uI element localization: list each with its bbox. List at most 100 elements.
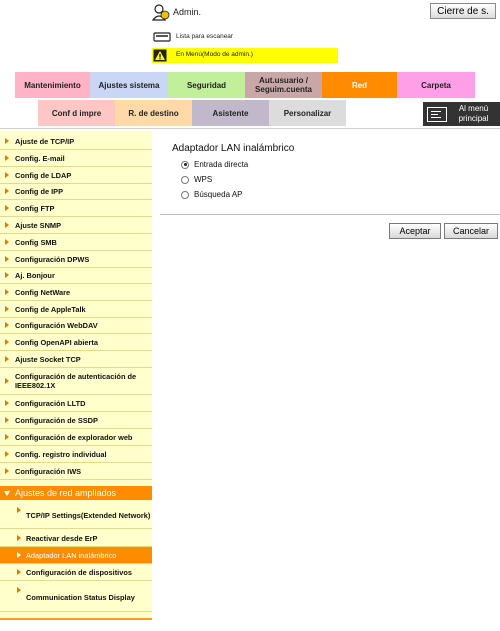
sidebar-item-label: Config. registro individual bbox=[15, 449, 107, 459]
sidebar-item[interactable]: Configuración LLTD bbox=[0, 395, 152, 411]
sidebar-item-label: Configuración WebDAV bbox=[15, 320, 98, 330]
divider bbox=[0, 128, 500, 129]
sidebar-item[interactable]: Config de LDAP bbox=[0, 167, 152, 183]
sidebar-item-label: Ajuste de TCP/IP bbox=[15, 136, 75, 146]
tab-ajustes-sistema[interactable]: Ajustes sistema bbox=[90, 72, 168, 98]
arrow-right-icon bbox=[5, 188, 9, 194]
arrow-right-icon bbox=[5, 378, 9, 384]
sidebar-item[interactable]: Configuración DPWS bbox=[0, 251, 152, 267]
sidebar-subitem[interactable]: Adaptador LAN inalámbrico bbox=[0, 547, 152, 563]
sidebar-item-label: Config de AppleTalk bbox=[15, 304, 86, 314]
sidebar-subitem[interactable]: Configuración de dispositivos bbox=[0, 564, 152, 580]
divider bbox=[0, 528, 152, 529]
arrow-right-icon bbox=[5, 205, 9, 211]
warning-icon bbox=[153, 49, 167, 62]
tab-red[interactable]: Red bbox=[322, 72, 397, 98]
main-menu-button[interactable]: Al menú principal bbox=[423, 102, 500, 126]
tab-aut-usuario[interactable]: Aut.usuario / Seguim.cuenta bbox=[245, 72, 322, 98]
sidebar-item[interactable]: Config NetWare bbox=[0, 284, 152, 300]
logout-button[interactable]: Cierre de s. bbox=[430, 3, 496, 19]
tab-asistente[interactable]: Asistente bbox=[192, 100, 269, 126]
expand-arrow-icon bbox=[4, 490, 10, 496]
user-icon bbox=[152, 4, 170, 21]
arrow-right-icon bbox=[5, 339, 9, 345]
arrow-right-icon bbox=[17, 552, 21, 558]
sidebar-subitem-label: Configuración de dispositivos bbox=[26, 567, 132, 577]
sidebar-subitem[interactable]: Communication Status Display bbox=[0, 583, 152, 611]
arrow-right-icon bbox=[5, 155, 9, 161]
radio-button[interactable] bbox=[181, 175, 189, 184]
sidebar-item[interactable]: Configuración de explorador web bbox=[0, 429, 152, 445]
sidebar-item[interactable]: Config OpenAPI abierta bbox=[0, 334, 152, 350]
page-title: Adaptador LAN inalámbrico bbox=[172, 143, 295, 154]
sidebar-item[interactable]: Config. registro individual bbox=[0, 446, 152, 462]
user-label: Admin. bbox=[173, 7, 202, 17]
arrow-right-icon bbox=[17, 587, 21, 593]
tab-mantenimiento[interactable]: Mantenimiento bbox=[15, 72, 90, 98]
sidebar-item[interactable]: Configuración de SSDP bbox=[0, 412, 152, 428]
sidebar-item-label: Config FTP bbox=[15, 203, 55, 213]
arrow-right-icon bbox=[17, 535, 21, 541]
radio-button[interactable] bbox=[181, 160, 189, 169]
sidebar-item[interactable]: Ajuste SNMP bbox=[0, 217, 152, 233]
tab-personalizar[interactable]: Personalizar bbox=[269, 100, 346, 126]
sidebar-item-label: Aj. Bonjour bbox=[15, 270, 55, 280]
sidebar-item[interactable]: Configuración de autenticación de IEEE80… bbox=[0, 368, 152, 394]
sidebar-item[interactable]: Config FTP bbox=[0, 200, 152, 216]
sidebar-section-ajustes-red[interactable]: Ajustes de red ampliados bbox=[0, 486, 152, 500]
sidebar-item-label: Config. E-mail bbox=[15, 153, 65, 163]
arrow-right-icon bbox=[5, 138, 9, 144]
sidebar-item-label: Ajuste Socket TCP bbox=[15, 354, 81, 364]
tab-carpeta[interactable]: Carpeta bbox=[397, 72, 475, 98]
cancel-button[interactable]: Cancelar bbox=[444, 223, 498, 239]
radio-button[interactable] bbox=[181, 190, 189, 199]
arrow-right-icon bbox=[5, 256, 9, 262]
sidebar-item-label: Config de IPP bbox=[15, 186, 64, 196]
tab-r-destino[interactable]: R. de destino bbox=[115, 100, 192, 126]
arrow-right-icon bbox=[5, 306, 9, 312]
sidebar-item-label: Config OpenAPI abierta bbox=[15, 337, 98, 347]
option-entrada-directa[interactable]: Entrada directa bbox=[181, 160, 248, 169]
sidebar-item[interactable]: Ajuste Socket TCP bbox=[0, 351, 152, 367]
menu-icon bbox=[427, 106, 447, 122]
arrow-right-icon bbox=[5, 289, 9, 295]
main-menu-label: Al menú principal bbox=[458, 104, 489, 123]
sidebar-subitem[interactable]: TCP/IP Settings(Extended Network) bbox=[0, 503, 152, 528]
arrow-right-icon bbox=[5, 434, 9, 440]
arrow-right-icon bbox=[5, 222, 9, 228]
sidebar-item-label: Configuración de autenticación de IEEE80… bbox=[15, 372, 137, 390]
arrow-right-icon bbox=[5, 239, 9, 245]
arrow-right-icon bbox=[5, 417, 9, 423]
sidebar-subitem-label: Reactivar desde ErP bbox=[26, 533, 98, 543]
tab-conf-impre[interactable]: Conf d impre bbox=[38, 100, 115, 126]
option-wps[interactable]: WPS bbox=[181, 175, 212, 184]
option-busqueda-ap[interactable]: Búsqueda AP bbox=[181, 190, 242, 199]
sidebar-item-label: Config de LDAP bbox=[15, 170, 72, 180]
sidebar-item[interactable]: Configuración WebDAV bbox=[0, 317, 152, 333]
scan-status-text: Lista para escanear bbox=[176, 33, 234, 40]
arrow-right-icon bbox=[5, 400, 9, 406]
sidebar-subitem[interactable]: Reactivar desde ErP bbox=[0, 530, 152, 546]
sidebar-subitem-label: Communication Status Display bbox=[26, 592, 135, 602]
sidebar-item-label: Config SMB bbox=[15, 237, 57, 247]
sidebar-item[interactable]: Config de IPP bbox=[0, 183, 152, 199]
arrow-right-icon bbox=[5, 451, 9, 457]
sidebar-subitem-label: Adaptador LAN inalámbrico bbox=[26, 550, 117, 560]
arrow-right-icon bbox=[5, 272, 9, 278]
sidebar-item[interactable]: Config. E-mail bbox=[0, 150, 152, 166]
sidebar-item-label: Configuración IWS bbox=[15, 466, 82, 476]
tab-seguridad[interactable]: Seguridad bbox=[168, 72, 245, 98]
admin-mode-text: En Menú(Modo de admin.) bbox=[176, 51, 253, 58]
accept-button[interactable]: Aceptar bbox=[389, 223, 441, 239]
sidebar-item[interactable]: Ajuste de TCP/IP bbox=[0, 133, 152, 149]
sidebar-item[interactable]: Configuración IWS bbox=[0, 463, 152, 479]
option-label: WPS bbox=[194, 175, 213, 184]
arrow-right-icon bbox=[17, 569, 21, 575]
sidebar-item[interactable]: Config SMB bbox=[0, 234, 152, 250]
divider bbox=[0, 611, 152, 612]
sidebar-bottom-bar bbox=[0, 618, 152, 620]
sidebar-item[interactable]: Aj. Bonjour bbox=[0, 267, 152, 283]
divider bbox=[0, 479, 152, 480]
sidebar-item[interactable]: Config de AppleTalk bbox=[0, 301, 152, 317]
option-label: Búsqueda AP bbox=[194, 190, 243, 199]
